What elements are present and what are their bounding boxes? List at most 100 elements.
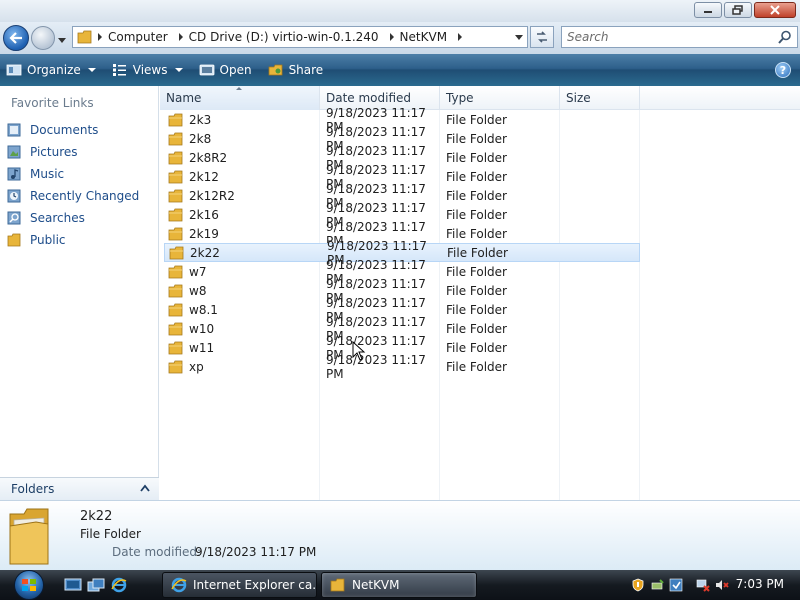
file-type: File Folder: [446, 169, 507, 184]
views-button[interactable]: Views: [112, 63, 183, 77]
update-icon[interactable]: [668, 577, 684, 593]
breadcrumb: Computer CD Drive (D:) virtio-win-0.1.24…: [93, 30, 465, 44]
column-header-name[interactable]: Name: [160, 86, 320, 110]
file-name-cell: 2k12: [164, 170, 320, 184]
refresh-button[interactable]: [530, 26, 554, 48]
folders-toggle[interactable]: Folders: [0, 477, 159, 500]
navigation-pane: Favorite Links Documents Pictures Music …: [0, 86, 159, 500]
minimize-icon: [704, 11, 712, 13]
minimize-button[interactable]: [694, 2, 722, 18]
search-box[interactable]: [561, 26, 798, 48]
breadcrumb-computer[interactable]: Computer: [108, 30, 168, 44]
file-type: File Folder: [446, 131, 507, 146]
breadcrumb-separator-icon[interactable]: [98, 33, 102, 41]
organize-button[interactable]: Organize: [6, 63, 96, 77]
nav-item-public[interactable]: Public: [6, 229, 139, 251]
details-item-type: File Folder: [80, 527, 141, 541]
taskbar-button-label: NetKVM: [352, 578, 400, 592]
breadcrumb-separator-icon[interactable]: [389, 33, 394, 41]
music-icon: [6, 166, 22, 182]
search-input[interactable]: [562, 30, 767, 44]
safely-remove-hardware-icon[interactable]: [649, 577, 665, 593]
nav-item-label: Searches: [30, 211, 85, 225]
column-header-label: Type: [446, 91, 474, 105]
chevron-down-icon: [58, 38, 66, 43]
folder-icon: [168, 227, 184, 241]
taskbar-button-netkvm[interactable]: NetKVM: [321, 572, 477, 598]
share-icon: [268, 64, 282, 76]
folder-icon: [168, 189, 184, 203]
pictures-icon: [6, 144, 22, 160]
open-button[interactable]: Open: [199, 63, 252, 77]
address-dropdown[interactable]: [515, 35, 523, 40]
file-name-cell: 2k3: [164, 113, 320, 127]
forward-button[interactable]: [31, 26, 55, 50]
file-type: File Folder: [447, 245, 508, 260]
nav-item-label: Recently Changed: [30, 189, 140, 203]
file-name: w11: [189, 340, 215, 355]
nav-item-searches[interactable]: Searches: [6, 207, 139, 229]
maximize-button[interactable]: [724, 2, 752, 18]
address-bar[interactable]: Computer CD Drive (D:) virtio-win-0.1.24…: [72, 26, 528, 48]
chevron-down-icon: [87, 68, 96, 72]
file-name-cell: w7: [164, 265, 320, 279]
file-name-cell: 2k22: [165, 246, 321, 260]
nav-item-label: Public: [30, 233, 66, 247]
folder-icon: [168, 113, 184, 127]
help-button[interactable]: ?: [775, 62, 791, 78]
file-name-cell: w11: [164, 341, 320, 355]
address-row: Computer CD Drive (D:) virtio-win-0.1.24…: [0, 22, 800, 54]
close-button[interactable]: [754, 2, 796, 18]
start-button[interactable]: [9, 570, 49, 600]
show-desktop-button[interactable]: [64, 577, 82, 593]
file-type: File Folder: [446, 359, 507, 374]
volume-muted-icon[interactable]: [714, 577, 730, 593]
details-date-modified-value: 9/18/2023 11:17 PM: [195, 545, 317, 559]
folder-icon: [168, 284, 184, 298]
security-shield-icon[interactable]: [630, 577, 646, 593]
internet-explorer-quicklaunch[interactable]: [110, 577, 128, 593]
recent-pages-dropdown[interactable]: [58, 33, 66, 47]
breadcrumb-separator-icon[interactable]: [458, 33, 463, 41]
recently-changed-icon: [6, 188, 22, 204]
folder-icon: [168, 341, 184, 355]
folder-icon: [168, 265, 184, 279]
nav-item-music[interactable]: Music: [6, 163, 139, 185]
file-name-cell: xp: [164, 360, 320, 374]
taskbar-button-internet-explorer[interactable]: Internet Explorer ca...: [162, 572, 317, 598]
file-name: 2k3: [189, 112, 212, 127]
breadcrumb-cd-drive[interactable]: CD Drive (D:) virtio-win-0.1.240: [189, 30, 379, 44]
nav-item-recently-changed[interactable]: Recently Changed: [6, 185, 139, 207]
file-name-cell: 2k16: [164, 208, 320, 222]
column-header-type[interactable]: Type: [440, 86, 560, 110]
switch-windows-icon: [87, 578, 105, 592]
nav-item-documents[interactable]: Documents: [6, 119, 139, 141]
share-button[interactable]: Share: [268, 63, 324, 77]
share-label: Share: [288, 63, 324, 77]
network-disconnected-icon[interactable]: [695, 577, 711, 593]
file-list-pane: Name Date modified Type Size 2k3 9/18/202…: [160, 86, 800, 500]
large-folder-icon: [9, 508, 49, 565]
file-type: File Folder: [446, 188, 507, 203]
switch-windows-button[interactable]: [87, 577, 105, 593]
file-name: 2k12: [189, 169, 219, 184]
column-header-size[interactable]: Size: [560, 86, 640, 110]
file-name-cell: 2k8: [164, 132, 320, 146]
file-list: 2k3 9/18/2023 11:17 PM File Folder 2k8 9/18/…: [164, 106, 640, 381]
title-bar: [0, 0, 800, 22]
clock[interactable]: 7:03 PM: [736, 577, 784, 591]
views-label: Views: [132, 63, 168, 77]
file-row[interactable]: xp 9/18/2023 11:17 PM File Folder: [164, 353, 640, 381]
breadcrumb-netkvm[interactable]: NetKVM: [400, 30, 448, 44]
file-type: File Folder: [446, 150, 507, 165]
back-arrow-icon: [9, 32, 22, 44]
file-type: File Folder: [446, 321, 507, 336]
file-type: File Folder: [446, 283, 507, 298]
search-icon[interactable]: [778, 30, 792, 44]
internet-explorer-icon: [111, 577, 127, 593]
back-button[interactable]: [3, 25, 29, 51]
file-name-cell: w8: [164, 284, 320, 298]
breadcrumb-separator-icon[interactable]: [178, 33, 183, 41]
nav-item-pictures[interactable]: Pictures: [6, 141, 139, 163]
folder-icon: [168, 132, 184, 146]
